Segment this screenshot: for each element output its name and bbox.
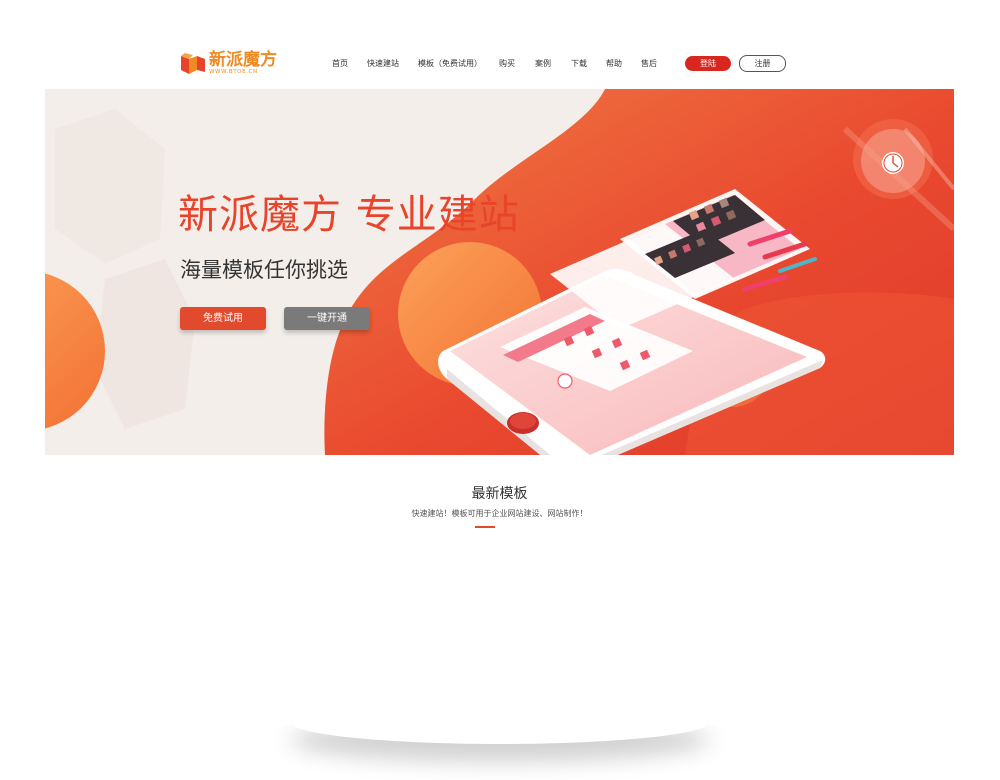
nav-item-templates[interactable]: 模板（免费试用）	[418, 57, 482, 71]
free-trial-button[interactable]: 免费试用	[180, 307, 266, 330]
clock-icon	[882, 152, 904, 174]
hero-title: 新派魔方 专业建站	[178, 192, 520, 238]
one-click-open-button[interactable]: 一键开通	[284, 307, 370, 330]
section-subtitle: 快速建站！模板可用于企业网站建设、网站制作！	[411, 509, 588, 518]
section-divider	[475, 526, 495, 528]
logo-cube-icon	[180, 52, 206, 76]
nav-item-buy[interactable]: 购买	[499, 57, 515, 71]
hero-subtitle: 海量模板任你挑选	[180, 258, 348, 282]
hero-banner: 新派魔方 专业建站 海量模板任你挑选 免费试用 一键开通	[45, 89, 954, 455]
register-button[interactable]: 注册	[739, 55, 786, 72]
nav-item-after-sales[interactable]: 售后	[641, 57, 657, 71]
nav-item-quick-build[interactable]: 快速建站	[367, 57, 399, 71]
logo-name: 新派魔方	[209, 50, 277, 71]
nav-item-cases[interactable]: 案例	[535, 57, 551, 71]
website-page: 新派魔方 WWW.BTOE.CN 首页 快速建站 模板（免费试用） 购买 案例 …	[45, 40, 954, 725]
nav-item-download[interactable]: 下载	[571, 57, 587, 71]
logo-url: WWW.BTOE.CN	[209, 69, 258, 76]
logo[interactable]: 新派魔方 WWW.BTOE.CN	[180, 51, 280, 77]
nav-item-help[interactable]: 帮助	[606, 57, 622, 71]
login-button[interactable]: 登陆	[685, 56, 731, 71]
section-title: 最新模板	[471, 486, 528, 502]
nav-item-home[interactable]: 首页	[332, 57, 348, 71]
